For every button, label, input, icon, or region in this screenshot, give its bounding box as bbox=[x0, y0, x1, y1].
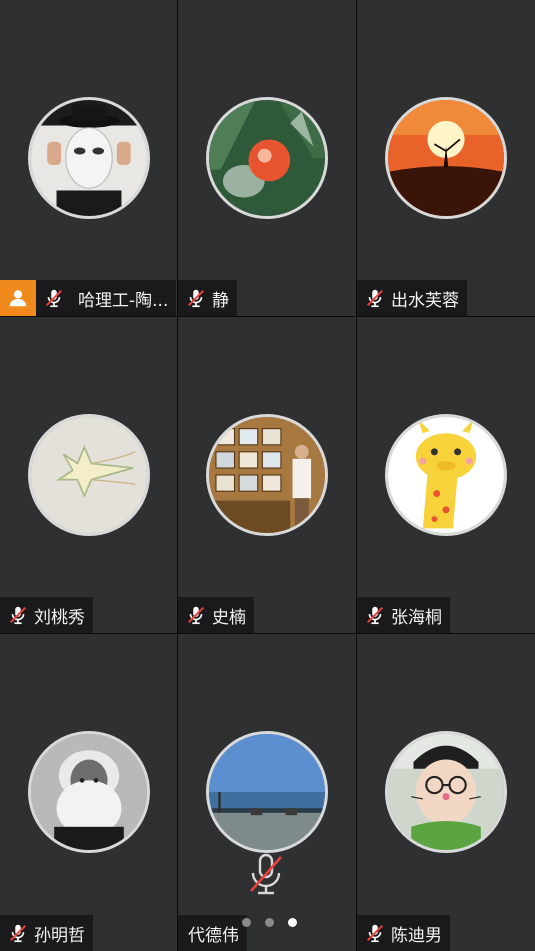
participant-tile[interactable]: 代德伟 bbox=[178, 634, 356, 951]
mic-muted-icon bbox=[42, 286, 66, 310]
mic-muted-icon bbox=[6, 921, 30, 945]
mic-muted-icon bbox=[184, 286, 208, 310]
page-dot[interactable] bbox=[242, 918, 251, 927]
person-icon bbox=[9, 290, 27, 307]
participant-tile[interactable]: 刘桃秀 bbox=[0, 317, 177, 633]
avatar bbox=[385, 731, 507, 853]
avatar bbox=[385, 414, 507, 536]
mic-muted-icon[interactable] bbox=[247, 853, 285, 897]
participant-name-bar: 出水芙蓉 bbox=[357, 280, 467, 316]
participant-name-bar: 哈理工-陶... bbox=[0, 280, 177, 316]
participant-name-bar: 静 bbox=[178, 280, 237, 316]
participant-name: 史楠 bbox=[212, 607, 246, 628]
participant-name: 孙明哲 bbox=[34, 925, 85, 946]
avatar bbox=[206, 414, 328, 536]
participant-grid: 哈理工-陶... 静 出水芙蓉 刘桃秀 史楠 张海桐 孙明哲 代德伟 陈迪男 bbox=[0, 0, 535, 951]
participant-name-bar: 史楠 bbox=[178, 597, 254, 633]
avatar bbox=[27, 731, 150, 853]
participant-tile[interactable]: 哈理工-陶... bbox=[0, 0, 177, 316]
avatar bbox=[27, 414, 150, 536]
participant-name: 静 bbox=[212, 290, 229, 311]
participant-name: 代德伟 bbox=[188, 925, 239, 946]
participant-tile[interactable]: 静 bbox=[178, 0, 356, 316]
participant-name-bar: 陈迪男 bbox=[357, 915, 450, 951]
participant-name: 哈理工-陶... bbox=[78, 290, 169, 311]
participant-name: 出水芙蓉 bbox=[391, 290, 459, 311]
participant-tile[interactable]: 张海桐 bbox=[357, 317, 535, 633]
mic-muted-icon bbox=[363, 286, 387, 310]
participant-tile[interactable]: 史楠 bbox=[178, 317, 356, 633]
participant-name-bar: 张海桐 bbox=[357, 597, 450, 633]
avatar bbox=[206, 731, 328, 853]
participant-tile[interactable]: 陈迪男 bbox=[357, 634, 535, 951]
page-dot-active[interactable] bbox=[288, 918, 297, 927]
mic-muted-icon bbox=[184, 603, 208, 627]
avatar bbox=[206, 97, 328, 219]
mic-muted-icon bbox=[363, 921, 387, 945]
participant-name-bar: 代德伟 bbox=[178, 915, 247, 951]
mic-muted-icon bbox=[6, 603, 30, 627]
participant-name: 陈迪男 bbox=[391, 925, 442, 946]
participant-name-bar: 孙明哲 bbox=[0, 915, 93, 951]
mic-muted-icon bbox=[363, 603, 387, 627]
page-indicator[interactable] bbox=[242, 918, 297, 927]
avatar bbox=[385, 97, 507, 219]
participant-tile[interactable]: 出水芙蓉 bbox=[357, 0, 535, 316]
page-dot[interactable] bbox=[265, 918, 274, 927]
participant-name-bar: 刘桃秀 bbox=[0, 597, 93, 633]
host-badge bbox=[0, 280, 36, 316]
participant-name: 张海桐 bbox=[391, 607, 442, 628]
avatar bbox=[27, 97, 150, 219]
participant-tile[interactable]: 孙明哲 bbox=[0, 634, 177, 951]
participant-name: 刘桃秀 bbox=[34, 607, 85, 628]
